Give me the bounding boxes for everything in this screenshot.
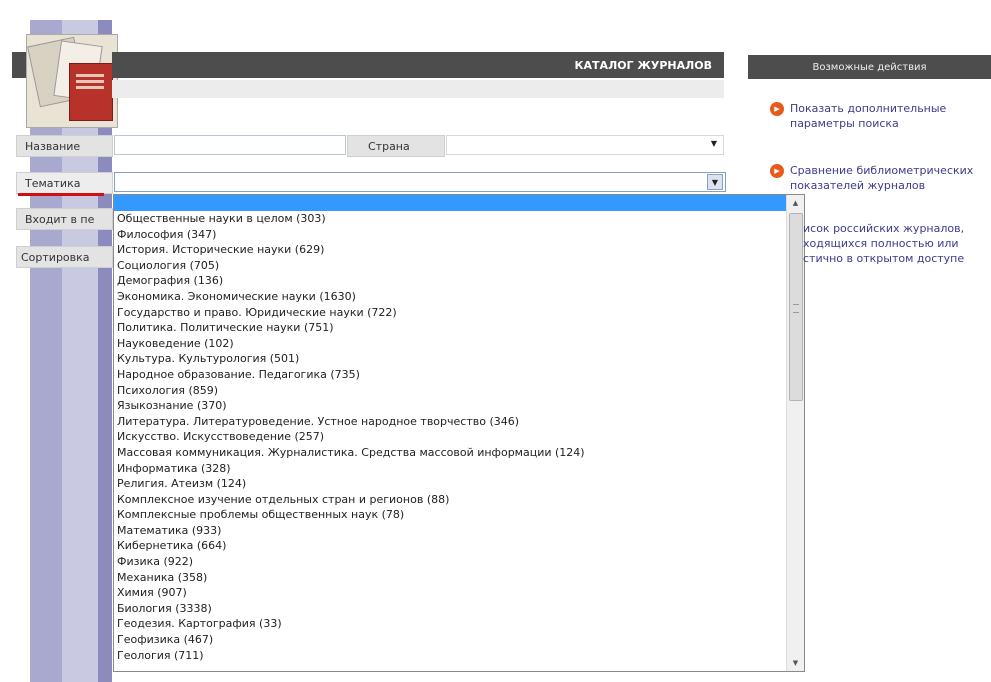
dropdown-option[interactable]: Экономика. Экономические науки (1630) (117, 289, 585, 305)
dropdown-option[interactable]: Химия (907) (117, 585, 585, 601)
dropdown-option[interactable]: Геология (711) (117, 648, 585, 664)
dropdown-option[interactable]: Массовая коммуникация. Журналистика. Сре… (117, 445, 585, 461)
catalog-logo (26, 34, 118, 128)
dropdown-option[interactable]: Механика (358) (117, 570, 585, 586)
dropdown-option[interactable]: Науковедение (102) (117, 336, 585, 352)
chevron-down-icon[interactable]: ▼ (707, 174, 723, 190)
page-title: КАТАЛОГ ЖУРНАЛОВ (574, 58, 712, 72)
country-label: Страна (347, 135, 445, 157)
dropdown-option[interactable]: Культура. Культурология (501) (117, 351, 585, 367)
dropdown-option[interactable]: Информатика (328) (117, 461, 585, 477)
included-label: Входит в пе (16, 208, 113, 230)
dropdown-option[interactable]: Математика (933) (117, 523, 585, 539)
scroll-up-icon[interactable]: ▲ (787, 195, 804, 211)
subject-dropdown-list[interactable]: Общественные науки в целом (303) Философи… (113, 194, 805, 672)
dropdown-option[interactable]: Биология (3338) (117, 601, 585, 617)
dropdown-option[interactable]: Литература. Литературоведение. Устное на… (117, 414, 585, 430)
dropdown-option[interactable]: Народное образование. Педагогика (735) (117, 367, 585, 383)
dropdown-options: Общественные науки в целом (303) Философи… (117, 211, 585, 663)
sort-label: Сортировка (16, 246, 113, 268)
action-open-access-list[interactable]: исок российских журналов, ходящихся полн… (803, 221, 989, 266)
header-subbar (112, 80, 724, 98)
dropdown-option[interactable]: Государство и право. Юридические науки (… (117, 305, 585, 321)
dropdown-option[interactable]: Общественные науки в целом (303) (117, 211, 585, 227)
dropdown-option[interactable]: Комплексное изучение отдельных стран и р… (117, 492, 585, 508)
action-link[interactable]: Показать дополнительные параметры поиска (790, 101, 991, 131)
arrow-circle-icon: ▶ (770, 164, 784, 178)
dropdown-option[interactable]: Философия (347) (117, 227, 585, 243)
dropdown-option[interactable]: Политика. Политические науки (751) (117, 320, 585, 336)
dropdown-option[interactable]: Кибернетика (664) (117, 538, 585, 554)
action-compare-metrics[interactable]: ▶ Сравнение библиометрических показателе… (770, 163, 991, 193)
action-link[interactable]: исок российских журналов, ходящихся полн… (803, 221, 989, 266)
arrow-circle-icon: ▶ (770, 102, 784, 116)
action-link[interactable]: Сравнение библиометрических показателей … (790, 163, 991, 193)
page-title-bar: КАТАЛОГ ЖУРНАЛОВ (112, 52, 724, 78)
dropdown-option[interactable]: Демография (136) (117, 273, 585, 289)
dropdown-option[interactable]: Языкознание (370) (117, 398, 585, 414)
name-input[interactable] (114, 135, 346, 155)
dropdown-option[interactable]: Религия. Атеизм (124) (117, 476, 585, 492)
actions-header: Возможные действия (748, 55, 991, 79)
country-select[interactable]: ▼ (446, 135, 724, 155)
dropdown-selected-row[interactable] (114, 195, 788, 211)
dropdown-option[interactable]: Комплексные проблемы общественных наук (… (117, 507, 585, 523)
subject-select[interactable]: ▼ (114, 172, 726, 192)
name-label: Название (16, 135, 113, 157)
scrollbar[interactable]: ▲ ▼ (786, 195, 804, 671)
dropdown-option[interactable]: Геодезия. Картография (33) (117, 616, 585, 632)
dropdown-option[interactable]: Психология (859) (117, 383, 585, 399)
subject-label: Тематика (16, 172, 113, 194)
action-show-search-params[interactable]: ▶ Показать дополнительные параметры поис… (770, 101, 991, 131)
label-underline (18, 193, 104, 196)
scroll-down-icon[interactable]: ▼ (787, 655, 804, 671)
dropdown-option[interactable]: Физика (922) (117, 554, 585, 570)
dropdown-option[interactable]: История. Исторические науки (629) (117, 242, 585, 258)
scrollbar-thumb[interactable] (789, 213, 803, 401)
dropdown-option[interactable]: Социология (705) (117, 258, 585, 274)
dropdown-option[interactable]: Геофизика (467) (117, 632, 585, 648)
dropdown-option[interactable]: Искусство. Искусствоведение (257) (117, 429, 585, 445)
chevron-down-icon: ▼ (710, 139, 717, 148)
